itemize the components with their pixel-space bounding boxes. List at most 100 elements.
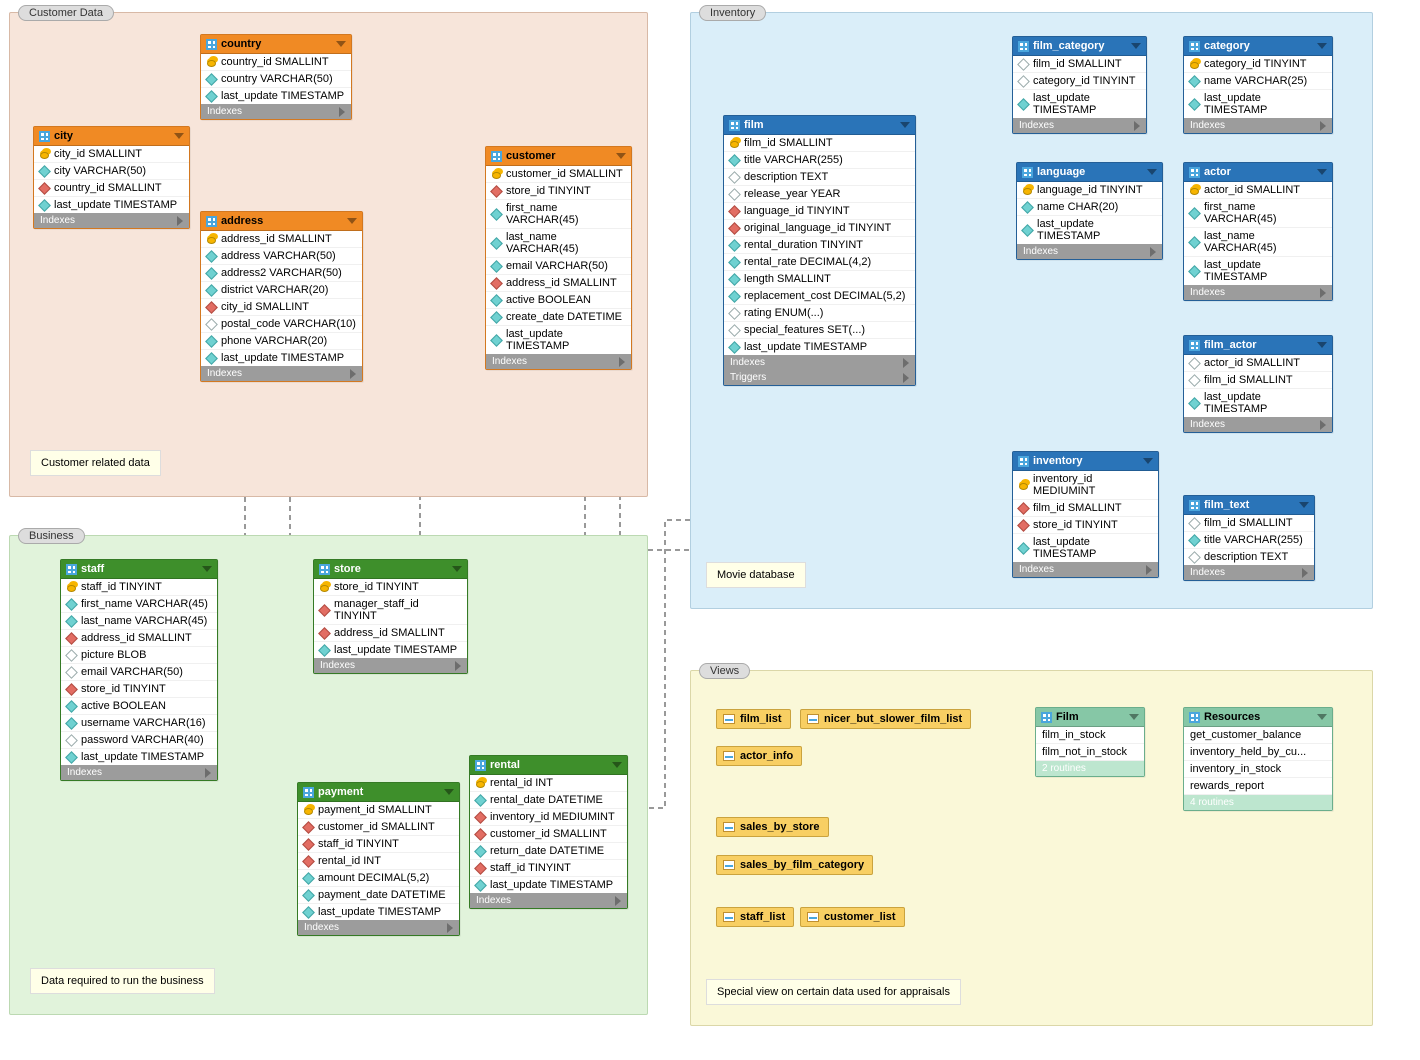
view-film-list[interactable]: film_list: [716, 709, 791, 729]
column: rental_date DATETIME: [470, 792, 627, 809]
chevron-down-icon[interactable]: [1317, 342, 1327, 348]
column-label: name CHAR(20): [1037, 201, 1118, 213]
triggers-section[interactable]: Triggers: [724, 370, 915, 385]
chevron-down-icon[interactable]: [202, 566, 212, 572]
column: address_id SMALLINT: [486, 275, 631, 292]
column-label: last_update TIMESTAMP: [744, 341, 867, 353]
table-address[interactable]: address address_id SMALLINTaddress VARCH…: [200, 211, 363, 382]
view-sales-by-store[interactable]: sales_by_store: [716, 817, 829, 837]
routine-item[interactable]: rewards_report: [1184, 778, 1332, 795]
indexed-column-icon: [1188, 75, 1201, 88]
chevron-down-icon[interactable]: [452, 566, 462, 572]
table-category[interactable]: category category_id TINYINTname VARCHAR…: [1183, 36, 1333, 134]
indexes-section[interactable]: Indexes: [201, 366, 362, 381]
indexes-section[interactable]: Indexes: [724, 355, 915, 370]
foreign-key-icon: [728, 222, 741, 235]
chevron-down-icon[interactable]: [1299, 502, 1309, 508]
table-country[interactable]: country country_id SMALLINTcountry VARCH…: [200, 34, 352, 120]
chevron-down-icon[interactable]: [900, 122, 910, 128]
table-actor[interactable]: actor actor_id SMALLINTfirst_name VARCHA…: [1183, 162, 1333, 301]
chevron-down-icon[interactable]: [1129, 714, 1139, 720]
column: title VARCHAR(255): [1184, 532, 1314, 549]
routine-group-resources[interactable]: Resources get_customer_balance inventory…: [1183, 707, 1333, 811]
indexes-section[interactable]: Indexes: [1184, 417, 1332, 432]
routine-item[interactable]: film_in_stock: [1036, 727, 1144, 744]
indexes-section[interactable]: Indexes: [61, 765, 217, 780]
chevron-down-icon[interactable]: [612, 762, 622, 768]
column: active BOOLEAN: [486, 292, 631, 309]
view-staff-list[interactable]: staff_list: [716, 907, 794, 927]
chevron-down-icon[interactable]: [336, 41, 346, 47]
columns: film_id SMALLINTcategory_id TINYINTlast_…: [1013, 56, 1146, 118]
view-nicer-but-slower-film-list[interactable]: nicer_but_slower_film_list: [800, 709, 971, 729]
table-city[interactable]: city city_id SMALLINTcity VARCHAR(50)cou…: [33, 126, 190, 229]
column: rental_id INT: [298, 853, 459, 870]
indexes-section[interactable]: Indexes: [298, 920, 459, 935]
column-label: category_id TINYINT: [1033, 75, 1136, 87]
indexes-section[interactable]: Indexes: [314, 658, 467, 673]
chevron-down-icon[interactable]: [1317, 43, 1327, 49]
column: last_name VARCHAR(45): [61, 613, 217, 630]
indexes-section[interactable]: Indexes: [1013, 562, 1158, 577]
chevron-down-icon[interactable]: [1131, 43, 1141, 49]
column-label: amount DECIMAL(5,2): [318, 872, 429, 884]
view-icon: [723, 860, 735, 870]
table-film-actor[interactable]: film_actor actor_id SMALLINTfilm_id SMAL…: [1183, 335, 1333, 433]
view-actor-info[interactable]: actor_info: [716, 746, 802, 766]
chevron-down-icon[interactable]: [1317, 169, 1327, 175]
table-film[interactable]: film film_id SMALLINTtitle VARCHAR(255)d…: [723, 115, 916, 386]
indexes-section[interactable]: Indexes: [486, 354, 631, 369]
region-note: Customer related data: [30, 450, 161, 476]
columns: language_id TINYINTname CHAR(20)last_upd…: [1017, 182, 1162, 244]
indexes-section[interactable]: Indexes: [1017, 244, 1162, 259]
table-payment[interactable]: payment payment_id SMALLINTcustomer_id S…: [297, 782, 460, 936]
routine-item[interactable]: inventory_held_by_cu...: [1184, 744, 1332, 761]
routine-item[interactable]: get_customer_balance: [1184, 727, 1332, 744]
table-language[interactable]: language language_id TINYINTname CHAR(20…: [1016, 162, 1163, 260]
chevron-down-icon[interactable]: [174, 133, 184, 139]
indexes-section[interactable]: Indexes: [470, 893, 627, 908]
table-film-category[interactable]: film_category film_id SMALLINTcategory_i…: [1012, 36, 1147, 134]
indexes-section[interactable]: Indexes: [34, 213, 189, 228]
view-icon: [807, 912, 819, 922]
chevron-down-icon[interactable]: [1147, 169, 1157, 175]
column-label: city VARCHAR(50): [54, 165, 146, 177]
table-rental[interactable]: rental rental_id INTrental_date DATETIME…: [469, 755, 628, 909]
indexed-column-icon: [490, 237, 503, 250]
indexes-section[interactable]: Indexes: [1184, 565, 1314, 580]
table-customer[interactable]: customer customer_id SMALLINTstore_id TI…: [485, 146, 632, 370]
column: address_id SMALLINT: [314, 625, 467, 642]
routine-item[interactable]: inventory_in_stock: [1184, 761, 1332, 778]
column-label: actor_id SMALLINT: [1204, 184, 1300, 196]
routine-group-film[interactable]: Film film_in_stock film_not_in_stock 2 r…: [1035, 707, 1145, 777]
indexes-section[interactable]: Indexes: [1013, 118, 1146, 133]
table-film-text[interactable]: film_text film_id SMALLINTtitle VARCHAR(…: [1183, 495, 1315, 581]
column: create_date DATETIME: [486, 309, 631, 326]
chevron-down-icon[interactable]: [347, 218, 357, 224]
view-customer-list[interactable]: customer_list: [800, 907, 905, 927]
indexed-column-icon: [490, 294, 503, 307]
routine-item[interactable]: film_not_in_stock: [1036, 744, 1144, 761]
table-staff[interactable]: staff staff_id TINYINTfirst_name VARCHAR…: [60, 559, 218, 781]
column-label: last_update TIMESTAMP: [54, 199, 177, 211]
foreign-key-icon: [302, 855, 315, 868]
indexes-section[interactable]: Indexes: [1184, 118, 1332, 133]
indexes-section[interactable]: Indexes: [201, 104, 351, 119]
table-store[interactable]: store store_id TINYINTmanager_staff_id T…: [313, 559, 468, 674]
column: city_id SMALLINT: [201, 299, 362, 316]
indexes-section[interactable]: Indexes: [1184, 285, 1332, 300]
column-label: customer_id SMALLINT: [506, 168, 623, 180]
view-sales-by-film-category[interactable]: sales_by_film_category: [716, 855, 873, 875]
column-icon: [1017, 75, 1030, 88]
indexed-column-icon: [728, 290, 741, 303]
chevron-down-icon[interactable]: [616, 153, 626, 159]
chevron-down-icon[interactable]: [444, 789, 454, 795]
table-inventory[interactable]: inventory inventory_id MEDIUMINTfilm_id …: [1012, 451, 1159, 578]
chevron-down-icon[interactable]: [1143, 458, 1153, 464]
column-label: customer_id SMALLINT: [490, 828, 607, 840]
column: last_update TIMESTAMP: [1184, 90, 1332, 118]
column-label: staff_id TINYINT: [490, 862, 571, 874]
chevron-down-icon[interactable]: [1317, 714, 1327, 720]
column: last_update TIMESTAMP: [201, 88, 351, 104]
table-title: address: [221, 215, 263, 227]
